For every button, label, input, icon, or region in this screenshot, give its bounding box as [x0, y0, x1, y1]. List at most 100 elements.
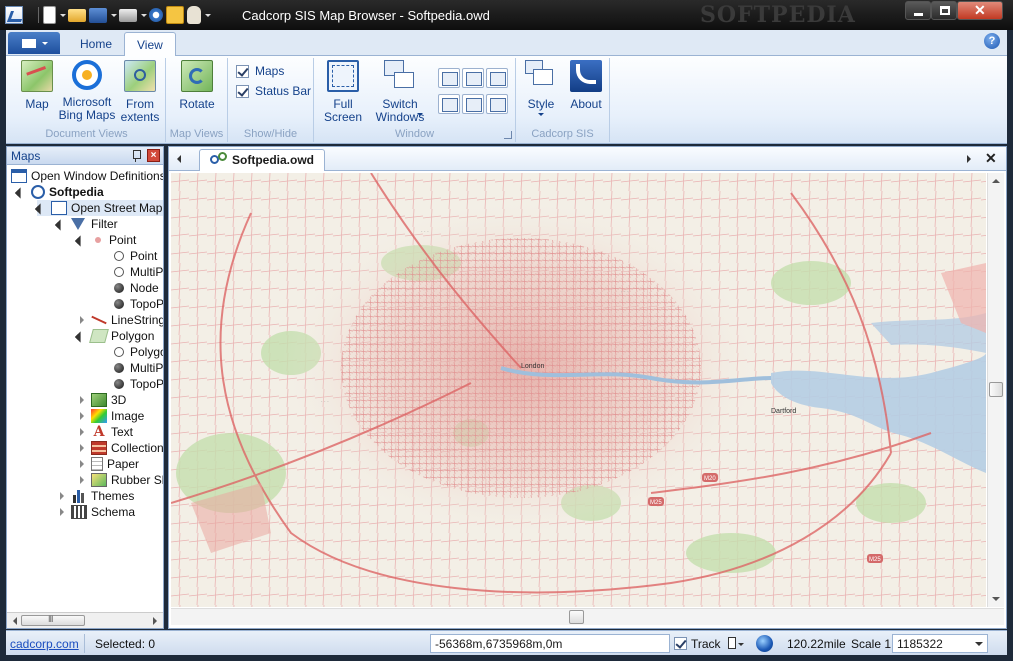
tree-item-text[interactable]: A Text	[77, 424, 133, 440]
style-dropdown-icon	[538, 113, 544, 119]
application-menu-button[interactable]	[8, 32, 60, 54]
pin-icon[interactable]	[131, 150, 141, 162]
scroll-down-arrow-icon[interactable]	[992, 597, 1000, 605]
next-tab-arrow-icon[interactable]	[967, 155, 975, 163]
about-button[interactable]: About	[566, 60, 606, 111]
expand-toggle-icon[interactable]	[77, 475, 87, 485]
globe-icon[interactable]	[756, 635, 773, 652]
new-dropdown[interactable]	[59, 6, 66, 24]
expand-toggle-icon[interactable]	[37, 203, 47, 213]
expand-toggle-icon[interactable]	[77, 331, 87, 341]
maps-panel-horizontal-scrollbar[interactable]: III	[7, 612, 163, 628]
tab-home[interactable]: Home	[68, 32, 124, 56]
tree-item-collection[interactable]: Collection	[77, 440, 163, 456]
tree-item-paper[interactable]: Paper	[77, 456, 139, 472]
minimize-button[interactable]	[905, 1, 931, 20]
pan-hand-icon[interactable]	[187, 6, 201, 24]
map-vertical-scroll-thumb[interactable]	[989, 382, 1003, 397]
print-icon[interactable]	[119, 8, 137, 22]
tile-horizontal-button[interactable]	[438, 68, 460, 88]
track-checkbox[interactable]	[674, 637, 687, 650]
maps-panel-scroll-thumb[interactable]: III	[21, 614, 85, 626]
previous-tab-arrow-icon[interactable]	[173, 155, 181, 163]
bing-maps-button[interactable]: Microsoft Bing Maps	[56, 60, 118, 122]
tree-item-topopolygon[interactable]: TopoP	[111, 376, 163, 392]
map-view-button[interactable]: Map	[18, 60, 56, 111]
tree-item-open-window-definitions[interactable]: Open Window Definitions	[11, 168, 163, 184]
tab-view[interactable]: View	[124, 32, 176, 56]
close-document-icon[interactable]: ✕	[985, 150, 997, 167]
help-icon[interactable]: ?	[984, 33, 1000, 49]
maps-panel-title: Maps	[11, 149, 41, 163]
zoom-out-icon[interactable]	[166, 6, 184, 24]
maps-checkbox[interactable]: Maps	[236, 63, 284, 79]
expand-toggle-icon[interactable]	[77, 459, 87, 469]
arrange-button[interactable]	[486, 94, 508, 114]
tile-vertical-button[interactable]	[462, 68, 484, 88]
quick-access-customize[interactable]	[204, 6, 211, 24]
scale-combobox[interactable]: 1185322	[892, 634, 988, 653]
map-horizontal-scrollbar[interactable]	[171, 608, 1004, 625]
zoom-in-icon[interactable]	[149, 8, 163, 22]
tree-item-filter[interactable]: Filter	[57, 216, 118, 232]
tree-item-polygon-group[interactable]: Polygon	[77, 328, 154, 344]
map-horizontal-scroll-thumb[interactable]	[569, 610, 584, 624]
scroll-right-arrow-icon[interactable]	[153, 617, 161, 625]
rotate-button[interactable]: Rotate	[174, 60, 220, 111]
tree-item-3d[interactable]: 3D	[77, 392, 126, 408]
coordinates-field[interactable]: -56368m,6735968m,0m	[430, 634, 670, 653]
tree-item-multipolygon[interactable]: MultiPo	[111, 360, 163, 376]
expand-toggle-icon[interactable]	[77, 315, 87, 325]
open-folder-icon[interactable]	[68, 8, 86, 22]
expand-toggle-icon[interactable]	[17, 187, 27, 197]
tree-item-polygon[interactable]: Polygo	[111, 344, 163, 360]
expand-toggle-icon[interactable]	[57, 507, 67, 517]
tree-item-rubber-sheet[interactable]: Rubber Sh	[77, 472, 163, 488]
print-dropdown[interactable]	[140, 6, 147, 24]
close-window-button[interactable]: ✕	[957, 1, 1003, 20]
full-screen-button[interactable]: Full Screen	[320, 60, 366, 124]
new-icon[interactable]	[43, 6, 56, 24]
maximize-button[interactable]	[931, 1, 957, 20]
save-dropdown[interactable]	[110, 6, 117, 24]
app-icon[interactable]	[5, 6, 23, 24]
tree-item-schema[interactable]: Schema	[57, 504, 135, 520]
expand-toggle-icon[interactable]	[77, 395, 87, 405]
tree-item-themes[interactable]: Themes	[57, 488, 134, 504]
tree-item-topopoint[interactable]: TopoP	[111, 296, 163, 312]
style-button[interactable]: Style	[522, 60, 560, 116]
expand-toggle-icon[interactable]	[77, 411, 87, 421]
tree-item-node[interactable]: Node	[111, 280, 159, 296]
expand-toggle-icon[interactable]	[57, 219, 67, 229]
tree-item-multipoint[interactable]: MultiPo	[111, 264, 163, 280]
tree-item-softpedia[interactable]: Softpedia	[17, 184, 104, 200]
expand-toggle-icon[interactable]	[77, 235, 87, 245]
extents-map-icon	[124, 60, 156, 92]
ribbon-tab-row: Home View ?	[6, 30, 1007, 56]
cadcorp-link[interactable]: cadcorp.com	[10, 637, 79, 651]
snap-tool-icon[interactable]	[726, 635, 744, 652]
scroll-left-arrow-icon[interactable]	[9, 617, 17, 625]
expand-toggle-icon[interactable]	[77, 443, 87, 453]
expand-toggle-icon[interactable]	[77, 427, 87, 437]
map-vertical-scrollbar[interactable]	[987, 173, 1004, 607]
close-window-doc-button[interactable]	[438, 94, 460, 114]
window-group-launcher-icon[interactable]	[504, 131, 512, 139]
document-tab-softpedia[interactable]: Softpedia.owd	[199, 149, 325, 171]
tree-item-point-group[interactable]: Point	[77, 232, 136, 248]
scroll-up-arrow-icon[interactable]	[992, 175, 1000, 183]
cascade-button[interactable]	[486, 68, 508, 88]
tree-item-linestring[interactable]: LineString	[77, 312, 163, 328]
switch-windows-button[interactable]: Switch Windows	[372, 60, 428, 124]
from-extents-button[interactable]: From extents	[118, 60, 162, 124]
expand-toggle-icon[interactable]	[57, 491, 67, 501]
save-icon[interactable]	[89, 7, 107, 23]
close-all-button[interactable]	[462, 94, 484, 114]
tree-item-image[interactable]: Image	[77, 408, 144, 424]
scale-label: Scale 1:	[851, 637, 895, 651]
maps-panel-close-button[interactable]: ×	[147, 149, 160, 162]
map-canvas[interactable]: London Dartford M25 M20 M25 · · · · · · …	[171, 173, 986, 607]
tree-item-point[interactable]: Point	[111, 248, 157, 264]
status-bar-checkbox[interactable]: Status Bar	[236, 83, 311, 99]
tree-item-open-street-map[interactable]: Open Street Map T	[37, 200, 163, 216]
